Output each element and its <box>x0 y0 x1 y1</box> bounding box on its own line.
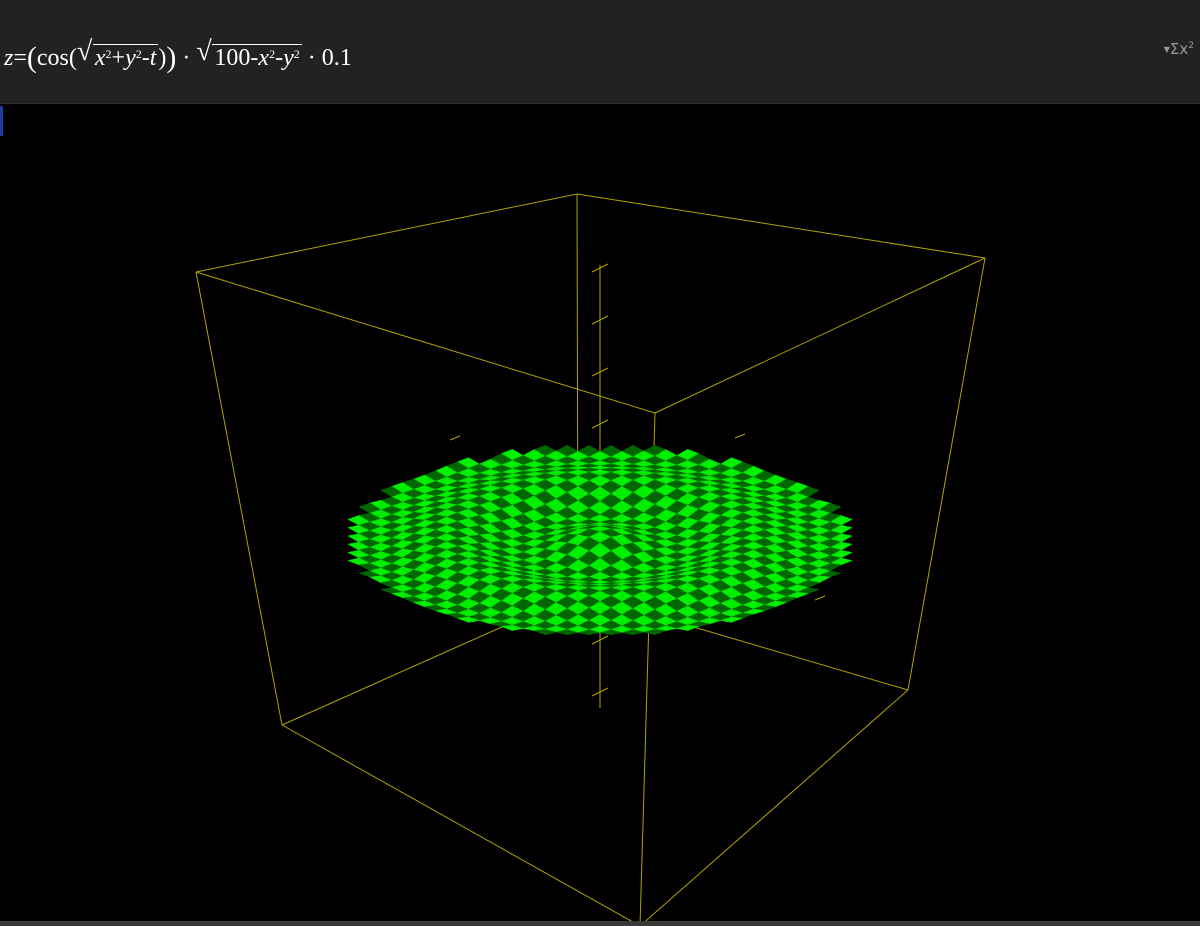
surface-mesh <box>347 444 853 636</box>
box-edge <box>576 193 986 259</box>
sqrt-1: √ x2+y2-t <box>76 36 159 71</box>
box-edge <box>907 257 986 691</box>
formula-cos: cos <box>36 45 69 71</box>
box-edge <box>643 689 909 922</box>
plot-3d-view[interactable] <box>0 104 1200 922</box>
axis-tick <box>814 595 826 601</box>
formula-bar[interactable]: z=(cos(√ x2+y2-t)) · √ 100-x2-y2 · 0.1 ▼Σx… <box>0 0 1200 104</box>
box-edge <box>654 257 986 414</box>
axis-tick <box>449 435 461 441</box>
box-edge <box>281 724 634 922</box>
formula-expression[interactable]: z=(cos(√ x2+y2-t)) · √ 100-x2-y2 · 0.1 <box>4 36 352 78</box>
sqrt-2: √ 100-x2-y2 <box>196 36 302 71</box>
app-window: z=(cos(√ x2+y2-t)) · √ 100-x2-y2 · 0.1 ▼Σx… <box>0 0 1200 926</box>
axis-tick <box>734 433 746 439</box>
formula-editor-button[interactable]: ▼Σx2 <box>1164 40 1194 58</box>
box-edge <box>195 271 283 726</box>
formula-scale: 0.1 <box>321 45 352 71</box>
formula-lhs: z <box>4 45 14 71</box>
box-edge <box>195 193 578 273</box>
box-edge <box>195 271 656 414</box>
status-strip <box>0 921 1200 926</box>
